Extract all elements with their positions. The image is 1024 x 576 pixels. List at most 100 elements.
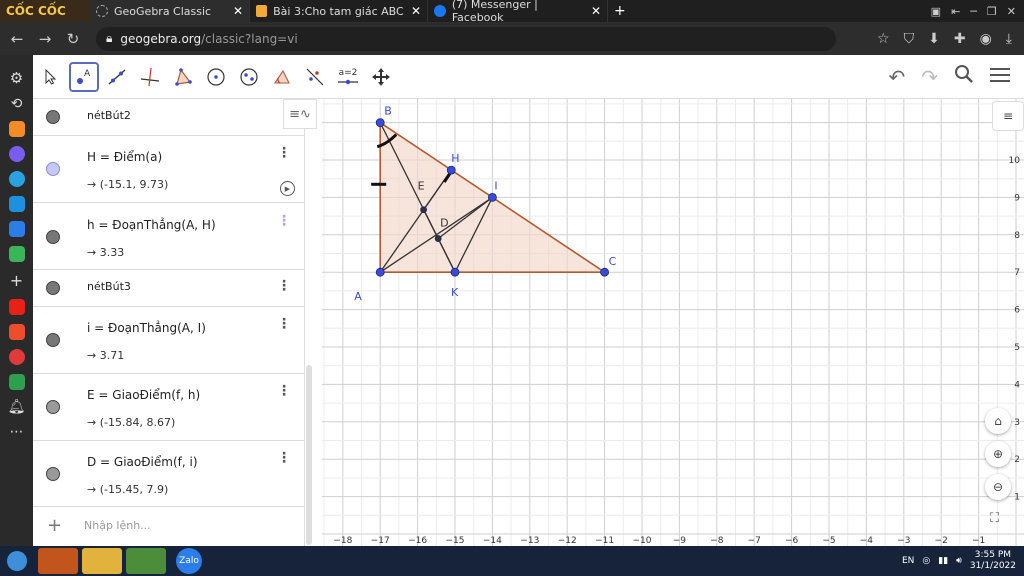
algebra-row[interactable]: D = GiaoĐiểm(f, i) → (-15.45, 7.9) ⋮ <box>33 441 304 507</box>
line-tool-icon[interactable] <box>102 62 132 92</box>
visibility-toggle[interactable] <box>46 333 60 347</box>
reflect-tool-icon[interactable] <box>300 62 330 92</box>
sheets-icon[interactable] <box>8 374 25 390</box>
volume-icon[interactable]: 🔊︎ <box>956 556 962 566</box>
game2-icon[interactable] <box>8 349 25 365</box>
algebra-row[interactable]: nétBút2 <box>33 99 304 136</box>
url-field[interactable]: 🔒︎ geogebra.org /classic?lang=vi <box>96 26 836 51</box>
algebra-row[interactable]: nétBút3 ⋮ <box>33 270 304 307</box>
close-icon[interactable]: ✕ <box>591 4 601 18</box>
undo-icon[interactable]: ↶ <box>888 65 905 89</box>
visibility-toggle[interactable] <box>46 281 60 295</box>
forward-icon[interactable]: → <box>34 30 56 48</box>
conic-tool-icon[interactable] <box>234 62 264 92</box>
zalo-icon[interactable] <box>8 221 25 237</box>
bell-icon[interactable]: 🔔︎ <box>8 399 26 415</box>
graph-canvas[interactable]: −1 9 −18 −17 −16 −15 −14 −13 −12 −11 −10 −9 −8 −7 −6 −5… <box>296 81 1024 546</box>
puzzle-icon[interactable]: ✚ <box>954 31 966 47</box>
add-icon[interactable]: + <box>47 515 62 536</box>
more-vert-icon[interactable]: ⋮ <box>277 145 291 161</box>
more-vert-icon[interactable]: ⋮ <box>277 316 291 332</box>
download-icon[interactable]: ⤓ <box>1006 31 1012 47</box>
back-arrow-icon[interactable]: ⇤ <box>951 5 960 18</box>
algebra-row[interactable]: H = Điểm(a) → (-15.1, 9.73) ⋮ ▶ <box>33 136 304 203</box>
reload-icon[interactable]: ↻ <box>62 30 84 48</box>
game-icon[interactable] <box>8 246 25 262</box>
minimize-icon[interactable]: ─ <box>970 5 977 18</box>
coccoc-taskbar-icon[interactable] <box>126 548 166 574</box>
shopee-icon[interactable] <box>8 324 25 340</box>
circle-tool-icon[interactable] <box>201 62 231 92</box>
point-i[interactable] <box>487 193 497 202</box>
point-b[interactable] <box>375 118 385 128</box>
redo-icon[interactable]: ↷ <box>921 65 938 89</box>
language-indicator[interactable]: EN <box>902 556 914 566</box>
more-vert-icon[interactable]: ⋮ <box>277 450 291 466</box>
home-icon[interactable]: ⌂ <box>985 408 1011 434</box>
visibility-toggle[interactable] <box>46 400 60 414</box>
angle-tool-icon[interactable] <box>267 62 297 92</box>
algebra-style-icon[interactable]: ≡∿ <box>283 99 317 129</box>
search-icon[interactable] <box>954 64 974 89</box>
skype-icon[interactable] <box>8 196 25 212</box>
more-vert-icon[interactable]: ⋮ <box>277 383 291 399</box>
file-explorer-icon[interactable] <box>82 548 122 574</box>
point-k[interactable] <box>450 267 460 277</box>
maximize-icon[interactable]: ❐ <box>987 5 997 18</box>
point-h[interactable] <box>446 165 456 175</box>
point-tool-icon[interactable]: A <box>69 61 99 92</box>
polygon-tool-icon[interactable] <box>168 62 198 92</box>
close-window-icon[interactable]: ✕ <box>1007 5 1016 18</box>
graphics-view[interactable]: −1 9 −18 −17 −16 −15 −14 −13 −12 −11 −10 −9 −8 −7 −6 −5… <box>296 81 1024 546</box>
visibility-toggle[interactable] <box>46 230 60 244</box>
clock[interactable]: 3:55 PM 31/1/2022 <box>970 550 1016 572</box>
algebra-row[interactable]: E = GiaoĐiểm(f, h) → (-15.84, 8.67) ⋮ <box>33 374 304 441</box>
telegram-icon[interactable] <box>8 171 25 187</box>
visibility-toggle[interactable] <box>46 162 60 176</box>
settings-icon[interactable]: ⚙ <box>10 69 23 87</box>
slider-tool-icon[interactable]: a=2 <box>333 62 363 92</box>
play-icon[interactable]: ▶ <box>280 181 295 196</box>
point-c[interactable] <box>600 267 610 277</box>
messenger-icon[interactable] <box>8 146 25 162</box>
crown-icon[interactable] <box>8 121 25 137</box>
more-vert-icon[interactable]: ⋮ <box>277 213 291 229</box>
add-icon[interactable]: + <box>10 271 23 290</box>
algebra-row[interactable]: h = ĐoạnThẳng(A, H) → 3.33 ⋮ <box>33 203 304 270</box>
close-icon[interactable]: ✕ <box>233 4 243 18</box>
back-icon[interactable]: ← <box>6 30 28 48</box>
move-tool-icon[interactable] <box>36 62 66 92</box>
shield-icon[interactable]: ⛉ <box>904 31 915 47</box>
download-box-icon[interactable]: ⬇ <box>928 31 940 47</box>
tab-homework[interactable]: Bài 3:Cho tam giác ABC vuôn ✕ <box>250 0 428 22</box>
graphics-style-icon[interactable]: ≡ <box>992 101 1024 131</box>
visibility-toggle[interactable] <box>46 110 60 124</box>
zoom-out-icon[interactable]: ⊖ <box>985 474 1011 500</box>
tab-messenger[interactable]: (7) Messenger | Facebook ✕ <box>428 0 608 24</box>
visibility-toggle[interactable] <box>46 467 60 481</box>
point-a[interactable] <box>375 267 385 277</box>
tab-geogebra[interactable]: GeoGebra Classic ✕ <box>90 0 250 22</box>
coccoc-tray-icon[interactable]: ◎ <box>922 556 930 566</box>
youtube-icon[interactable] <box>8 299 25 315</box>
new-tab-button[interactable]: + <box>608 0 632 22</box>
start-button[interactable] <box>0 546 34 576</box>
move-view-tool-icon[interactable] <box>366 62 396 92</box>
algebra-row[interactable]: i = ĐoạnThẳng(A, I) → 3.71 ⋮ <box>33 307 304 374</box>
more-icon[interactable]: ⋯ <box>10 424 24 440</box>
network-icon[interactable]: ▮▮ <box>938 556 948 566</box>
point-d[interactable] <box>434 235 442 242</box>
fullscreen-icon[interactable]: ⛶ <box>990 511 999 526</box>
zoom-in-icon[interactable]: ⊕ <box>985 441 1011 467</box>
close-icon[interactable]: ✕ <box>411 4 421 18</box>
perpendicular-tool-icon[interactable] <box>135 62 165 92</box>
more-vert-icon[interactable]: ⋮ <box>277 278 291 294</box>
input-bar[interactable]: + Nhập lệnh... <box>33 507 304 546</box>
media-player-icon[interactable] <box>38 548 78 574</box>
browser-logo[interactable]: CỐC CỐC <box>0 0 90 22</box>
history-icon[interactable]: ⟲ <box>11 96 23 112</box>
star-icon[interactable]: ☆ <box>877 31 890 47</box>
screenshot-icon[interactable]: ▣ <box>931 5 941 18</box>
scrollbar[interactable] <box>306 365 312 545</box>
menu-icon[interactable] <box>990 65 1010 89</box>
